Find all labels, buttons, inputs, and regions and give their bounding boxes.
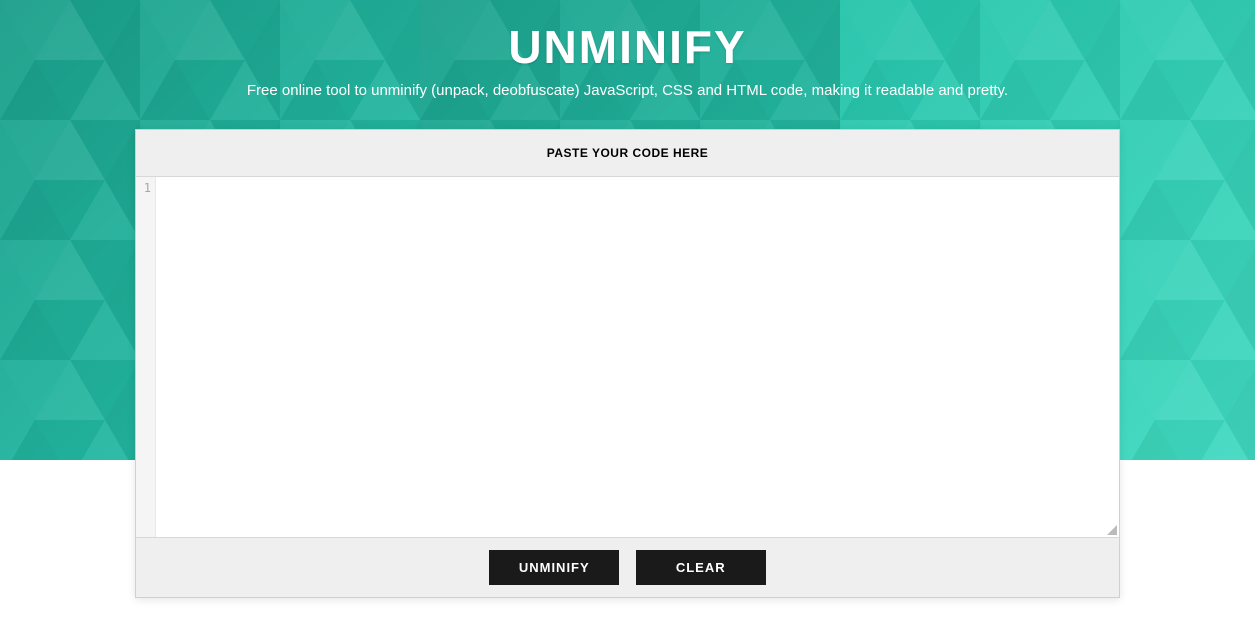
editor-footer: UNMINIFY CLEAR xyxy=(136,537,1119,597)
page-subtitle: Free online tool to unminify (unpack, de… xyxy=(0,82,1255,99)
line-number: 1 xyxy=(136,181,151,195)
editor-header-label: PASTE YOUR CODE HERE xyxy=(547,146,709,160)
editor-body: 1 xyxy=(136,177,1119,537)
code-area xyxy=(156,177,1119,537)
page-title: UNMINIFY xyxy=(0,20,1255,74)
unminify-button[interactable]: UNMINIFY xyxy=(489,550,619,585)
clear-button[interactable]: CLEAR xyxy=(636,550,766,585)
page-header: UNMINIFY Free online tool to unminify (u… xyxy=(0,0,1255,129)
line-number-gutter: 1 xyxy=(136,177,156,537)
content-wrapper: UNMINIFY Free online tool to unminify (u… xyxy=(0,0,1255,598)
editor-container: PASTE YOUR CODE HERE 1 UNMINIFY CLEAR xyxy=(135,129,1120,598)
resize-handle-icon[interactable] xyxy=(1107,525,1117,535)
code-input[interactable] xyxy=(156,177,1119,537)
editor-header: PASTE YOUR CODE HERE xyxy=(136,130,1119,177)
